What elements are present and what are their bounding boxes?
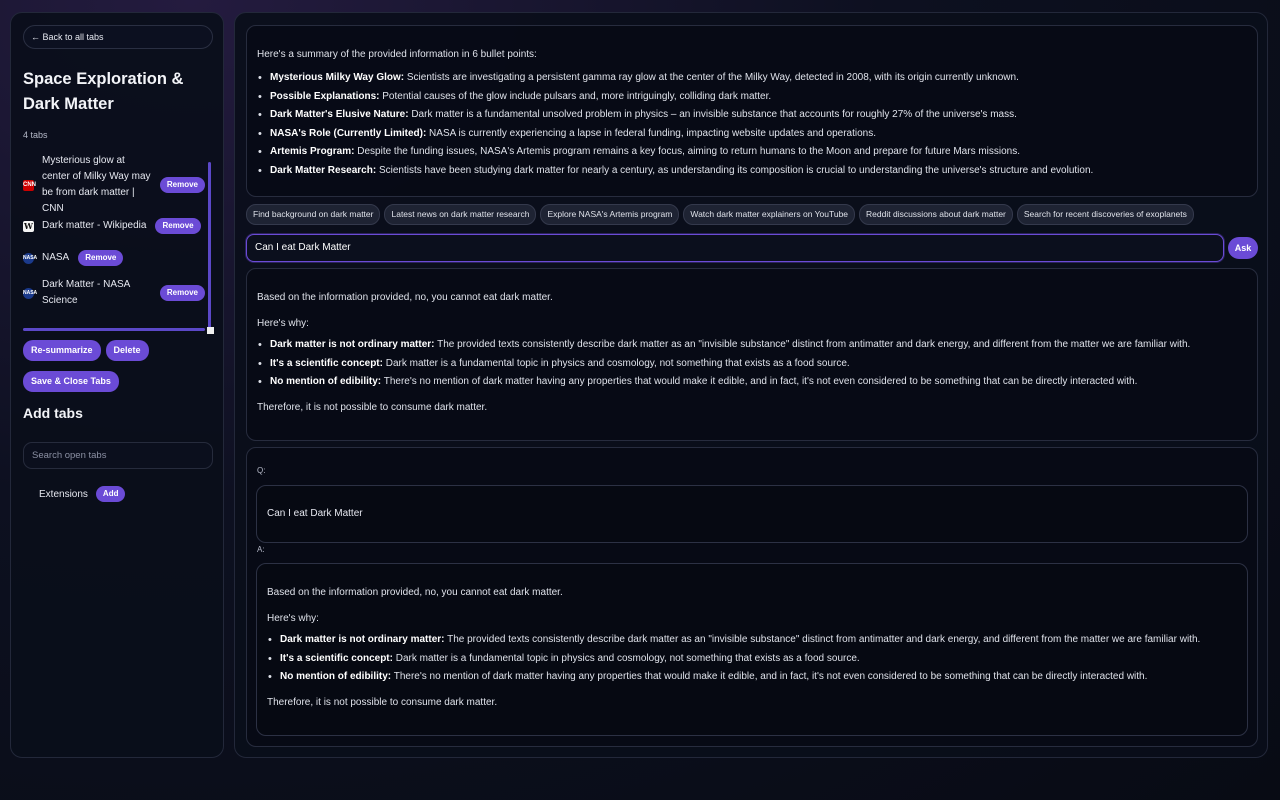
add-tabs-heading: Add tabs xyxy=(23,405,83,421)
summary-bullet: NASA's Role (Currently Limited): NASA is… xyxy=(258,125,1247,144)
answer-bullet: It's a scientific concept: Dark matter i… xyxy=(258,355,1247,374)
suggestion-chip[interactable]: Reddit discussions about dark matter xyxy=(859,204,1013,225)
extensions-label: Extensions xyxy=(39,488,88,500)
summary-card: Here's a summary of the provided informa… xyxy=(246,25,1258,197)
add-extension-button[interactable]: Add xyxy=(95,486,126,502)
summary-bullet: Artemis Program: Despite the funding iss… xyxy=(258,143,1247,162)
suggestion-chip[interactable]: Watch dark matter explainers on YouTube xyxy=(683,204,856,225)
search-tabs-input[interactable]: Search open tabs xyxy=(23,442,213,469)
summary-bullet: Dark Matter Research: Scientists have be… xyxy=(258,162,1247,181)
tab-count: 4 tabs xyxy=(23,130,48,140)
tab-title[interactable]: NASA xyxy=(42,250,69,266)
qa-history-card: Q: Can I eat Dark Matter A: Based on the… xyxy=(246,447,1258,747)
remove-tab-button[interactable]: Remove xyxy=(78,250,124,266)
answer-conclusion: Therefore, it is not possible to consume… xyxy=(257,401,488,413)
remove-tab-button[interactable]: Remove xyxy=(159,285,205,301)
answer-conclusion: Therefore, it is not possible to consume… xyxy=(267,696,498,708)
summary-bullets: Mysterious Milky Way Glow: Scientists ar… xyxy=(257,69,1247,180)
summary-bullet: Mysterious Milky Way Glow: Scientists ar… xyxy=(258,69,1247,88)
tab-list: CNN Mysterious glow at center of Milky W… xyxy=(23,155,205,309)
extensions-row: Extensions Add xyxy=(39,486,211,502)
delete-button[interactable]: Delete xyxy=(105,340,149,361)
answer-bullet: No mention of edibility: There's no ment… xyxy=(268,668,1237,687)
cnn-icon: CNN xyxy=(23,179,36,191)
answer-intro: Based on the information provided, no, y… xyxy=(257,292,553,303)
tab-list-container: CNN Mysterious glow at center of Milky W… xyxy=(23,155,214,334)
main-panel: Here's a summary of the provided informa… xyxy=(234,12,1268,758)
nasa-icon: NASA xyxy=(23,287,37,299)
question-label: Q: xyxy=(257,466,266,475)
summary-bullet: Possible Explanations: Potential causes … xyxy=(258,88,1247,107)
back-to-all-tabs-button[interactable]: ← Back to all tabs xyxy=(23,25,213,49)
tab-item-cnn[interactable]: CNN Mysterious glow at center of Milky W… xyxy=(23,155,205,214)
tab-title[interactable]: Dark matter - Wikipedia xyxy=(42,218,146,234)
question-input[interactable]: Can I eat Dark Matter xyxy=(246,234,1224,262)
scrollbar-corner xyxy=(207,327,214,334)
answer-bullet: Dark matter is not ordinary matter: The … xyxy=(258,336,1247,355)
answer-bullets: Dark matter is not ordinary matter: The … xyxy=(257,336,1247,392)
ask-button[interactable]: Ask xyxy=(1228,237,1258,259)
remove-tab-button[interactable]: Remove xyxy=(159,177,205,193)
answer-card: Based on the information provided, no, y… xyxy=(246,268,1258,441)
answer-why: Here's why: xyxy=(267,613,319,624)
answer-bullet: It's a scientific concept: Dark matter i… xyxy=(268,650,1237,669)
tab-item-wikipedia[interactable]: W Dark matter - Wikipedia Remove xyxy=(23,217,205,235)
answer-bullet: Dark matter is not ordinary matter: The … xyxy=(268,631,1237,650)
wikipedia-icon: W xyxy=(23,220,34,232)
horizontal-scrollbar[interactable] xyxy=(23,328,205,331)
vertical-scrollbar[interactable] xyxy=(208,162,211,330)
answer-box: Based on the information provided, no, y… xyxy=(256,563,1248,736)
tab-title[interactable]: Mysterious glow at center of Milky Way m… xyxy=(42,153,153,217)
save-close-tabs-button[interactable]: Save & Close Tabs xyxy=(23,371,119,392)
answer-why: Here's why: xyxy=(257,318,309,329)
answer-bullet: No mention of edibility: There's no ment… xyxy=(258,373,1247,392)
answer-label: A: xyxy=(257,545,265,554)
remove-tab-button[interactable]: Remove xyxy=(155,218,201,234)
resummarize-button[interactable]: Re-summarize xyxy=(23,340,101,361)
suggestion-chip[interactable]: Latest news on dark matter research xyxy=(384,204,537,225)
nasa-icon: NASA xyxy=(23,252,37,264)
sidebar: ← Back to all tabs Space Exploration & D… xyxy=(10,12,224,758)
tab-item-nasa[interactable]: NASA NASA Remove xyxy=(23,249,205,267)
answer-bullets: Dark matter is not ordinary matter: The … xyxy=(267,631,1237,687)
summary-bullet: Dark Matter's Elusive Nature: Dark matte… xyxy=(258,106,1247,125)
question-box: Can I eat Dark Matter xyxy=(256,485,1248,543)
group-title: Space Exploration & Dark Matter xyxy=(23,70,184,113)
tab-title[interactable]: Dark Matter - NASA Science xyxy=(42,277,145,309)
summary-intro: Here's a summary of the provided informa… xyxy=(257,49,537,60)
tab-item-nasa-science[interactable]: NASA Dark Matter - NASA Science Remove xyxy=(23,277,205,309)
suggestion-chip[interactable]: Search for recent discoveries of exoplan… xyxy=(1016,204,1194,225)
suggestion-chip[interactable]: Explore NASA's Artemis program xyxy=(540,204,680,225)
group-actions: Re-summarize Delete xyxy=(23,340,211,361)
suggestion-chip[interactable]: Find background on dark matter xyxy=(246,204,381,225)
suggestion-chips: Find background on dark matter Latest ne… xyxy=(246,204,1194,225)
answer-intro: Based on the information provided, no, y… xyxy=(267,587,563,598)
